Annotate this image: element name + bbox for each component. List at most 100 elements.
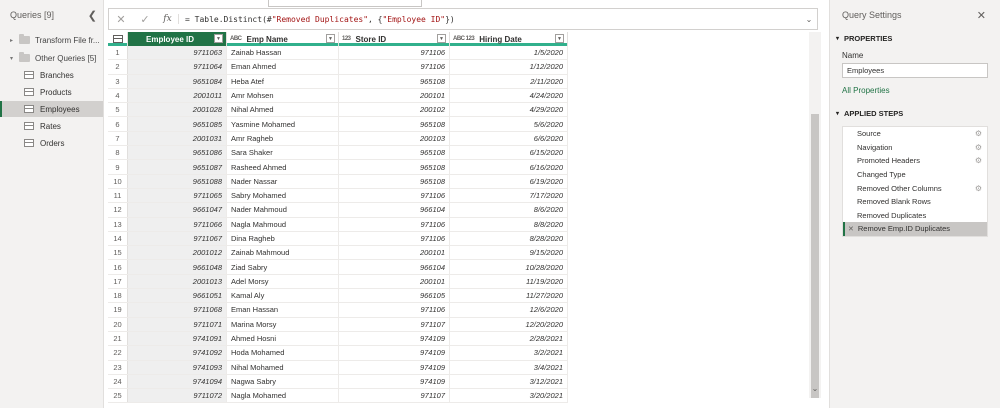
table-cell[interactable]: 9661051	[128, 289, 227, 303]
table-cell[interactable]: 9711067	[128, 231, 227, 246]
table-cell[interactable]: 9711071	[128, 317, 227, 331]
row-number[interactable]: 15	[108, 246, 128, 260]
caret-right-icon[interactable]: ▸	[10, 37, 19, 44]
row-number[interactable]: 3	[108, 74, 128, 88]
table-cell[interactable]: 6/19/2020	[450, 174, 568, 188]
gear-icon[interactable]: ⚙	[975, 156, 982, 165]
query-group-transform-file[interactable]: ▸ Transform File fr...	[0, 32, 103, 48]
table-cell[interactable]: 971106	[339, 303, 450, 317]
table-cell[interactable]: 6/6/2020	[450, 131, 568, 146]
table-cell[interactable]: 974109	[339, 331, 450, 346]
row-number[interactable]: 16	[108, 260, 128, 274]
table-cell[interactable]: Zainab Hassan	[227, 46, 339, 60]
table-cell[interactable]: 9/15/2020	[450, 246, 568, 260]
table-cell[interactable]: 966104	[339, 203, 450, 217]
table-cell[interactable]: 971106	[339, 60, 450, 74]
scrollbar-thumb[interactable]	[811, 114, 819, 398]
applied-steps-section[interactable]: ▾ APPLIED STEPS	[830, 109, 1000, 118]
table-cell[interactable]: 971106	[339, 46, 450, 60]
table-cell[interactable]: 9651088	[128, 174, 227, 188]
table-cell[interactable]: 9741092	[128, 346, 227, 360]
row-number[interactable]: 19	[108, 303, 128, 317]
table-cell[interactable]: 9741091	[128, 331, 227, 346]
table-cell[interactable]: Amr Ragheb	[227, 131, 339, 146]
table-cell[interactable]: Nagla Mahmoud	[227, 217, 339, 231]
row-number[interactable]: 22	[108, 346, 128, 360]
applied-step[interactable]: Source ⚙	[843, 127, 987, 141]
table-cell[interactable]: 9651086	[128, 146, 227, 160]
table-cell[interactable]: 9741094	[128, 374, 227, 389]
row-number[interactable]: 24	[108, 374, 128, 389]
table-cell[interactable]: Nagla Mohamed	[227, 389, 339, 403]
table-row[interactable]: 23 9741093 Nihal Mohamed 974109 3/4/2021	[108, 360, 568, 375]
table-cell[interactable]: 7/17/2020	[450, 188, 568, 203]
applied-step[interactable]: Removed Blank Rows	[843, 195, 987, 209]
table-cell[interactable]: 12/20/2020	[450, 317, 568, 331]
caret-down-icon[interactable]: ▾	[10, 55, 19, 62]
data-type-icon[interactable]: 123	[342, 36, 351, 42]
table-row[interactable]: 24 9741094 Nagwa Sabry 974109 3/12/2021	[108, 374, 568, 390]
table-cell[interactable]: 2001028	[128, 103, 227, 117]
table-row[interactable]: 11 9711065 Sabry Mohamed 971106 7/17/2020	[108, 188, 568, 204]
table-cell[interactable]: 2001031	[128, 131, 227, 146]
row-number[interactable]: 17	[108, 274, 128, 289]
table-cell[interactable]: 971106	[339, 231, 450, 246]
table-cell[interactable]: 8/28/2020	[450, 231, 568, 246]
table-cell[interactable]: Ziad Sabry	[227, 260, 339, 274]
table-cell[interactable]: Hoda Mohamed	[227, 346, 339, 360]
table-cell[interactable]: 1/5/2020	[450, 46, 568, 60]
table-cell[interactable]: Sabry Mohamed	[227, 188, 339, 203]
row-number[interactable]: 1	[108, 46, 128, 60]
table-cell[interactable]: 9711068	[128, 303, 227, 317]
table-cell[interactable]: 9711063	[128, 46, 227, 60]
table-cell[interactable]: Adel Morsy	[227, 274, 339, 289]
table-cell[interactable]: 6/16/2020	[450, 160, 568, 174]
table-row[interactable]: 22 9741092 Hoda Mohamed 974109 3/2/2021	[108, 346, 568, 361]
caret-down-icon[interactable]: ▾	[836, 110, 839, 117]
table-cell[interactable]: Amr Mohsen	[227, 88, 339, 103]
query-name-field[interactable]: Employees	[842, 63, 988, 78]
vertical-scrollbar[interactable]	[809, 32, 821, 398]
table-cell[interactable]: 971106	[339, 217, 450, 231]
table-cell[interactable]: 9741093	[128, 360, 227, 374]
row-number[interactable]: 18	[108, 289, 128, 303]
table-cell[interactable]: Nihal Ahmed	[227, 103, 339, 117]
applied-step[interactable]: ✕ Remove Emp.ID Duplicates	[843, 222, 987, 236]
query-group-other-queries[interactable]: ▾ Other Queries [5]	[0, 50, 103, 66]
table-cell[interactable]: 4/29/2020	[450, 103, 568, 117]
properties-section[interactable]: ▾ PROPERTIES	[830, 34, 1000, 43]
table-cell[interactable]: Ahmed Hosni	[227, 331, 339, 346]
table-row[interactable]: 21 9741091 Ahmed Hosni 974109 2/28/2021	[108, 331, 568, 347]
table-cell[interactable]: 200103	[339, 131, 450, 146]
applied-step[interactable]: Navigation ⚙	[843, 141, 987, 155]
filter-dropdown-icon[interactable]: ▼	[214, 34, 223, 43]
row-number[interactable]: 25	[108, 389, 128, 403]
table-cell[interactable]: 9711066	[128, 217, 227, 231]
row-number[interactable]: 7	[108, 131, 128, 146]
gear-icon[interactable]: ⚙	[975, 184, 982, 193]
table-cell[interactable]: 8/8/2020	[450, 217, 568, 231]
all-properties-link[interactable]: All Properties	[830, 86, 1000, 95]
table-cell[interactable]: 6/15/2020	[450, 146, 568, 160]
table-cell[interactable]: Eman Hassan	[227, 303, 339, 317]
table-cell[interactable]: 200101	[339, 88, 450, 103]
table-cell[interactable]: 9711064	[128, 60, 227, 74]
table-cell[interactable]: 9661048	[128, 260, 227, 274]
table-cell[interactable]: Marina Morsy	[227, 317, 339, 331]
query-item-orders[interactable]: Orders	[0, 135, 103, 151]
table-cell[interactable]: 2/28/2021	[450, 331, 568, 346]
table-cell[interactable]: 974109	[339, 374, 450, 389]
table-row[interactable]: 13 9711066 Nagla Mahmoud 971106 8/8/2020	[108, 217, 568, 232]
table-row[interactable]: 6 9651085 Yasmine Mohamed 965108 5/6/2020	[108, 117, 568, 132]
cancel-icon[interactable]: ✕	[109, 13, 133, 26]
table-cell[interactable]: 200101	[339, 274, 450, 289]
row-number[interactable]: 13	[108, 217, 128, 231]
table-cell[interactable]: 9651085	[128, 117, 227, 131]
table-row[interactable]: 2 9711064 Eman Ahmed 971106 1/12/2020	[108, 60, 568, 75]
table-cell[interactable]: Nader Mahmoud	[227, 203, 339, 217]
table-row[interactable]: 17 2001013 Adel Morsy 200101 11/19/2020	[108, 274, 568, 290]
row-number[interactable]: 8	[108, 146, 128, 160]
table-row[interactable]: 25 9711072 Nagla Mohamed 971107 3/20/2021	[108, 389, 568, 404]
applied-step[interactable]: Removed Other Columns ⚙	[843, 181, 987, 195]
table-cell[interactable]: 9651087	[128, 160, 227, 174]
